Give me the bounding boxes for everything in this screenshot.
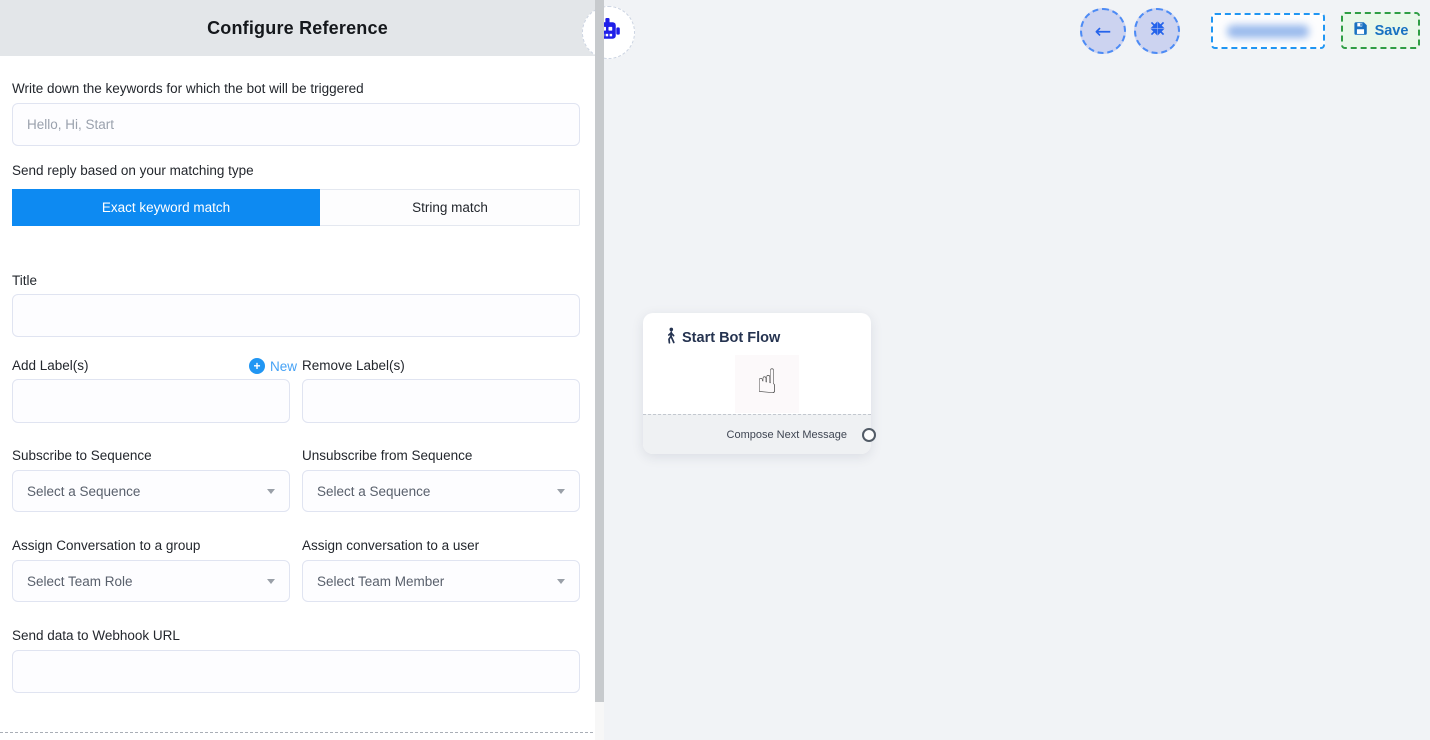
subscribe-sequence-select[interactable]: Select a Sequence — [12, 470, 290, 512]
node-body: Start Bot Flow ☝ — [643, 313, 871, 414]
panel-scrollbar-track[interactable] — [595, 0, 604, 740]
unsubscribe-sequence-value: Select a Sequence — [317, 484, 430, 499]
panel-header: Configure Reference — [0, 0, 595, 56]
webhook-input[interactable] — [12, 650, 580, 693]
start-bot-flow-node[interactable]: Start Bot Flow ☝ Compose Next Message — [643, 313, 871, 454]
new-label-button[interactable]: + New — [249, 358, 297, 374]
assign-user-label: Assign conversation to a user — [302, 538, 479, 553]
chevron-down-icon — [557, 489, 565, 494]
chevron-down-icon — [267, 579, 275, 584]
save-button-label: Save — [1375, 23, 1409, 39]
team-role-value: Select Team Role — [27, 574, 133, 589]
node-title-row: Start Bot Flow — [665, 327, 780, 349]
walking-person-icon — [665, 327, 677, 349]
title-label: Title — [12, 273, 37, 288]
cursor-zone: ☝ — [735, 355, 799, 413]
remove-labels-label: Remove Label(s) — [302, 358, 405, 373]
unsubscribe-sequence-label: Unsubscribe from Sequence — [302, 448, 472, 463]
tab-string-match[interactable]: String match — [320, 190, 580, 225]
save-floppy-icon — [1353, 21, 1368, 41]
connection-handle[interactable] — [862, 428, 876, 442]
tab-exact-keyword-match[interactable]: Exact keyword match — [12, 189, 320, 226]
chevron-down-icon — [267, 489, 275, 494]
node-footer: Compose Next Message — [643, 414, 871, 454]
add-labels-input[interactable] — [12, 379, 290, 423]
chevron-down-icon — [557, 579, 565, 584]
plus-icon: + — [249, 358, 265, 374]
remove-labels-input[interactable] — [302, 379, 580, 423]
blurred-label — [1227, 25, 1309, 38]
panel-scrollbar-thumb[interactable] — [595, 0, 604, 702]
keywords-label: Write down the keywords for which the bo… — [12, 81, 364, 96]
subscribe-sequence-value: Select a Sequence — [27, 484, 140, 499]
panel-bottom-divider — [0, 732, 593, 733]
matching-type-tabs: Exact keyword match String match — [12, 189, 580, 226]
save-button[interactable]: Save — [1341, 12, 1420, 49]
blurred-action-button[interactable] — [1211, 13, 1325, 49]
keywords-input[interactable] — [12, 103, 580, 146]
add-labels-label: Add Label(s) — [12, 358, 89, 373]
new-label-button-text: New — [270, 359, 297, 374]
node-title: Start Bot Flow — [682, 330, 780, 346]
bot-avatar[interactable] — [582, 6, 635, 59]
compose-next-message-label: Compose Next Message — [727, 429, 847, 441]
compress-view-button[interactable] — [1134, 8, 1180, 54]
compress-icon — [1149, 20, 1166, 42]
hand-pointer-cursor: ☝ — [757, 365, 778, 399]
matching-type-label: Send reply based on your matching type — [12, 163, 254, 178]
back-arrow-icon: ← — [1095, 21, 1112, 41]
unsubscribe-sequence-select[interactable]: Select a Sequence — [302, 470, 580, 512]
team-member-select[interactable]: Select Team Member — [302, 560, 580, 602]
team-role-select[interactable]: Select Team Role — [12, 560, 290, 602]
team-member-value: Select Team Member — [317, 574, 444, 589]
page-title: Configure Reference — [207, 18, 388, 39]
back-button[interactable]: ← — [1080, 8, 1126, 54]
assign-group-label: Assign Conversation to a group — [12, 538, 200, 553]
subscribe-sequence-label: Subscribe to Sequence — [12, 448, 152, 463]
webhook-label: Send data to Webhook URL — [12, 628, 180, 643]
title-input[interactable] — [12, 294, 580, 337]
configure-reference-panel: Configure Reference Write down the keywo… — [0, 0, 595, 740]
